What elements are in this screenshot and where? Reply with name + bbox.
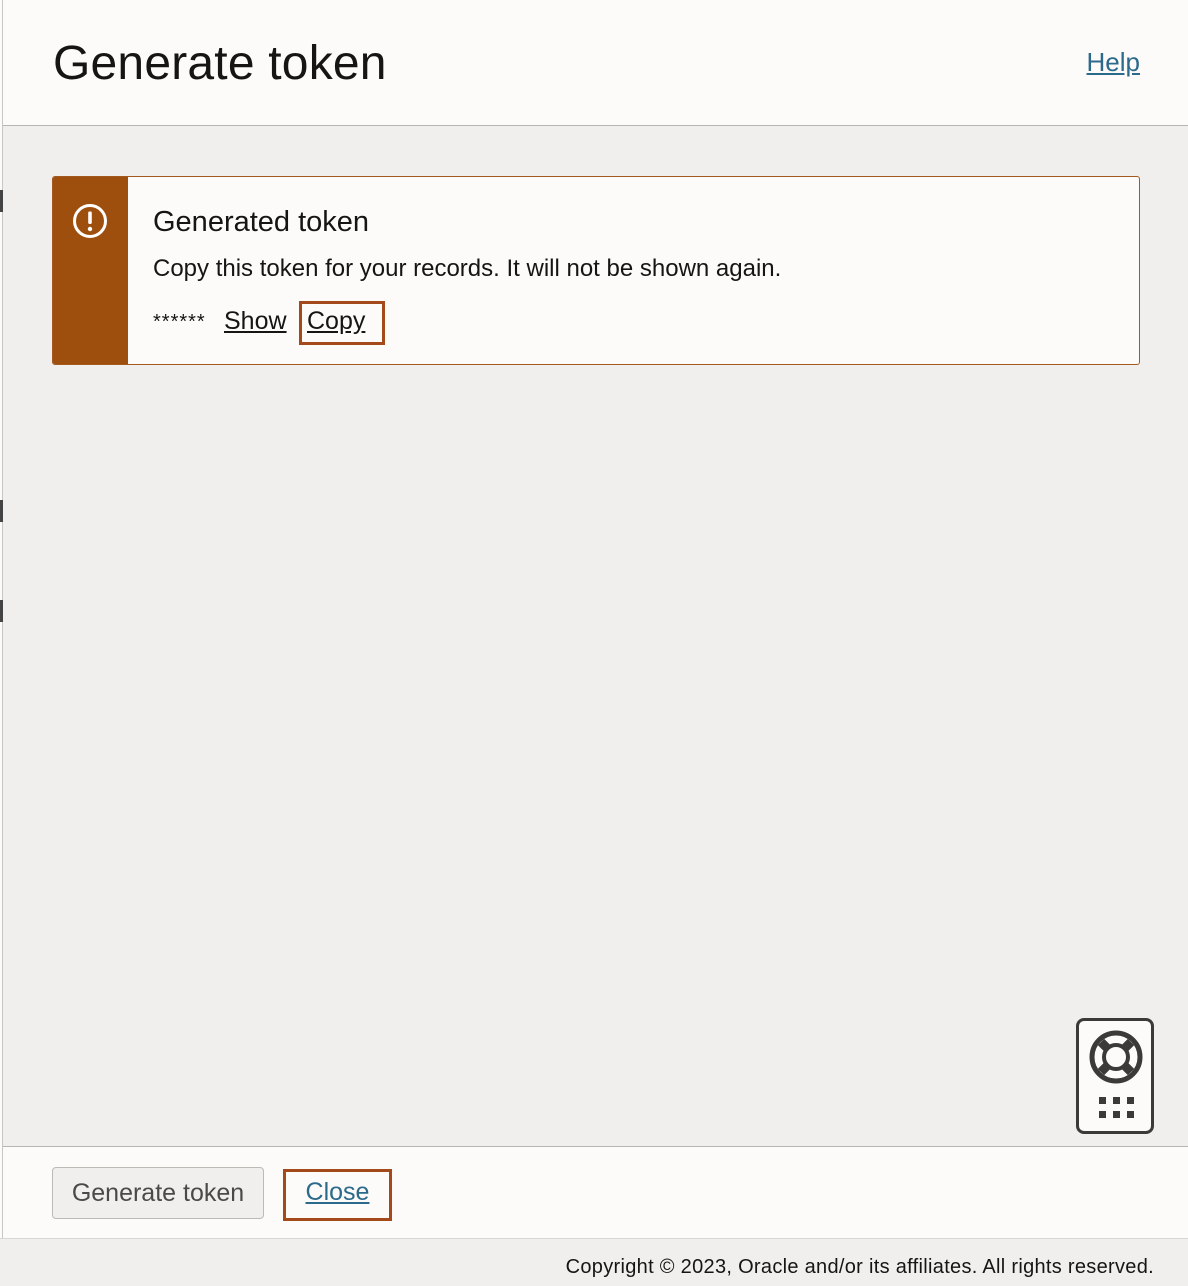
generate-token-button[interactable]: Generate token — [52, 1167, 264, 1219]
copyright-text: Copyright © 2023, Oracle and/or its affi… — [565, 1256, 1154, 1278]
generated-token-alert: Generated token Copy this token for your… — [52, 176, 1140, 365]
copyright-bar: Copyright © 2023, Oracle and/or its affi… — [0, 1238, 1188, 1286]
close-link[interactable]: Close — [283, 1169, 392, 1221]
alert-accent-strip — [53, 177, 128, 364]
alert-title: Generated token — [153, 206, 370, 238]
grid-icon — [1099, 1097, 1134, 1118]
panel-footer: Generate token Close — [3, 1146, 1188, 1238]
panel-header: Generate token Help — [3, 0, 1188, 126]
help-link[interactable]: Help — [1087, 47, 1140, 78]
exclamation-circle-icon — [73, 204, 107, 238]
alert-message: Copy this token for your records. It wil… — [153, 255, 782, 282]
page-title: Generate token — [53, 37, 387, 90]
help-widget-button[interactable] — [1076, 1018, 1154, 1134]
token-value-masked: ****** — [153, 311, 206, 333]
copy-token-link[interactable]: Copy — [299, 301, 385, 345]
lifebuoy-icon — [1089, 1030, 1143, 1084]
show-token-link[interactable]: Show — [224, 307, 287, 336]
